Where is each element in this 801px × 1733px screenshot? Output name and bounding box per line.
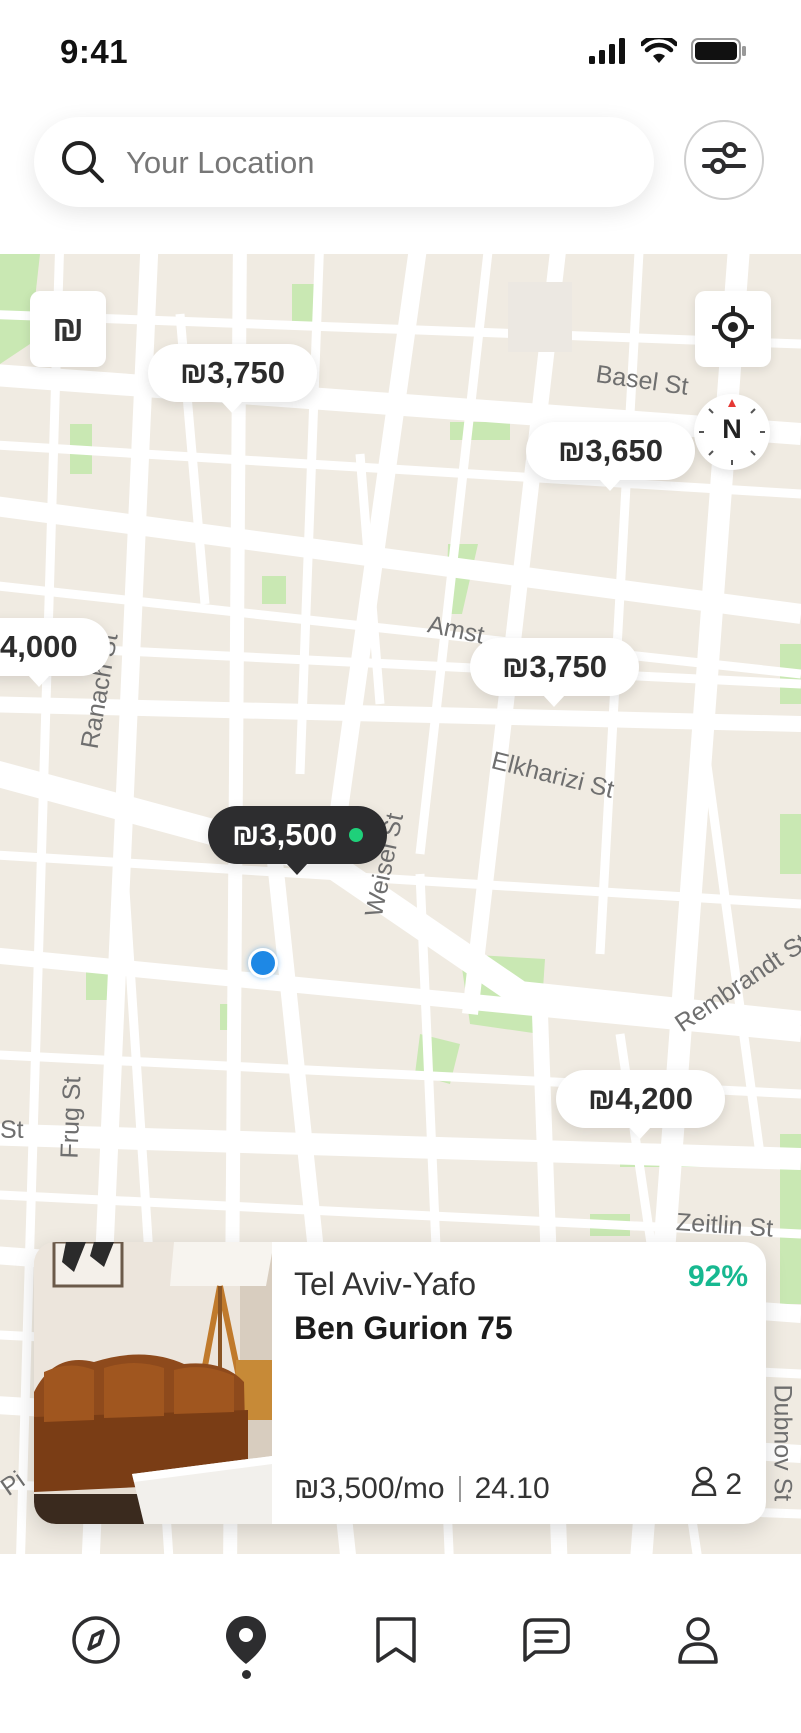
sliders-icon <box>702 141 746 180</box>
user-location-marker <box>248 948 278 978</box>
nav-map[interactable] <box>216 1612 276 1672</box>
street-label-st: St <box>0 1116 24 1144</box>
occupants-count: 2 <box>725 1468 742 1501</box>
wifi-icon <box>639 34 679 69</box>
price-pin-label: ₪3,650 <box>558 433 663 468</box>
map-pin-icon <box>223 1614 269 1671</box>
compass-button[interactable]: N <box>694 394 770 470</box>
listing-city: Tel Aviv-Yafo <box>294 1266 477 1302</box>
price-pin[interactable]: ₪4,200 <box>556 1070 725 1139</box>
divider <box>458 1476 461 1502</box>
price-pin-label: ₪3,750 <box>502 649 607 684</box>
price-pin-label: ₪3,500 <box>232 817 337 852</box>
chat-icon <box>521 1617 571 1668</box>
price-pin[interactable]: ₪3,750 <box>148 344 317 413</box>
listing-photo <box>34 1242 272 1524</box>
status-time: 9:41 <box>60 33 129 70</box>
crosshair-icon <box>711 305 755 354</box>
search-bar[interactable] <box>34 117 654 207</box>
bookmark-icon <box>375 1616 417 1669</box>
compass-icon <box>71 1615 121 1670</box>
price-pin-label: 4,000 <box>0 629 78 664</box>
filter-button[interactable] <box>684 120 764 200</box>
listing-address: Ben Gurion 75 <box>294 1310 513 1346</box>
battery-icon <box>691 38 747 69</box>
price-pin[interactable]: ₪3,650 <box>526 422 695 491</box>
nav-explore[interactable] <box>66 1612 126 1672</box>
listing-occupants: 2 <box>691 1466 742 1504</box>
listing-date: 24.10 <box>474 1472 550 1505</box>
status-icons <box>589 34 747 69</box>
listing-details: ₪3,500/mo 24.10 <box>294 1472 550 1506</box>
nav-saved[interactable] <box>366 1612 426 1672</box>
locate-button[interactable] <box>695 291 771 367</box>
nav-profile[interactable] <box>668 1612 728 1672</box>
currency-button[interactable]: ₪ <box>30 291 106 367</box>
person-icon <box>691 1466 717 1504</box>
price-pin-label: ₪3,750 <box>180 355 285 390</box>
nav-active-indicator <box>242 1670 251 1679</box>
match-percentage: 92% <box>687 1260 748 1293</box>
search-icon <box>60 139 106 190</box>
listing-price: ₪3,500/mo <box>294 1472 445 1505</box>
status-bar: 9:41 <box>0 0 801 100</box>
search-input[interactable] <box>124 139 628 187</box>
signal-icon <box>589 38 627 69</box>
currency-icon: ₪ <box>52 308 84 349</box>
available-status-dot <box>348 828 363 842</box>
street-label-frug: Frug St <box>55 1076 87 1159</box>
profile-icon <box>677 1616 719 1669</box>
price-pin-label: ₪4,200 <box>588 1081 693 1116</box>
listing-card[interactable]: Tel Aviv-Yafo Ben Gurion 75 92% ₪3,500/m… <box>34 1242 766 1524</box>
price-pin[interactable]: ₪3,750 <box>470 638 639 707</box>
price-pin[interactable]: 4,000 <box>0 618 110 687</box>
compass-north-label: N <box>722 414 742 444</box>
price-pin-selected[interactable]: ₪3,500 <box>208 806 387 875</box>
nav-messages[interactable] <box>516 1612 576 1672</box>
street-label-dubnov: Dubnov St <box>768 1384 797 1502</box>
bottom-navigation <box>0 1554 801 1733</box>
